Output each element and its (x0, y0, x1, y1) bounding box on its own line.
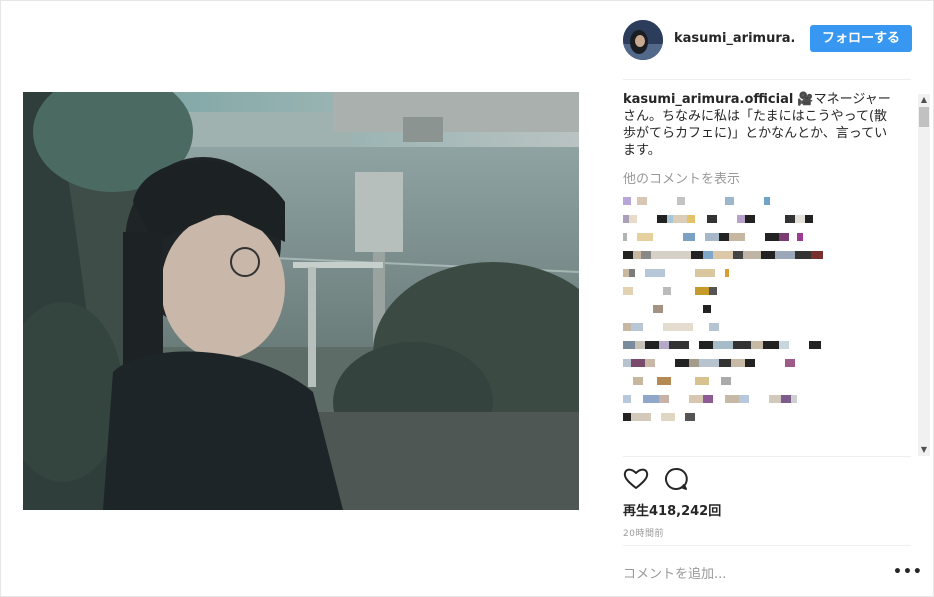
profile-avatar[interactable] (623, 20, 663, 60)
comments-divider (623, 456, 911, 457)
post-video[interactable] (23, 92, 579, 510)
follow-button[interactable]: フォローする (810, 25, 912, 52)
username-link[interactable]: kasumi_arimura.of (674, 31, 794, 46)
comment-item (623, 287, 915, 296)
comment-item (623, 395, 915, 404)
comment-item (623, 251, 915, 260)
video-frame-image (23, 92, 579, 510)
comment-item (623, 359, 915, 368)
post-timestamp[interactable]: 20時間前 (623, 526, 664, 539)
comment-item (623, 377, 915, 386)
comment-item (623, 269, 915, 278)
view-count[interactable]: 再生418,242回 (623, 500, 721, 519)
comment-item (623, 323, 915, 332)
scroll-thumb[interactable] (919, 107, 929, 127)
comments-scrollbar[interactable]: ▲ ▼ (918, 94, 930, 456)
caption-username[interactable]: kasumi_arimura.official (623, 92, 793, 107)
comment-item (623, 215, 915, 224)
view-more-comments-link[interactable]: 他のコメントを表示 (623, 168, 915, 187)
post-caption: kasumi_arimura.official 🎥マネージャーさん。ちなみに私は… (623, 91, 893, 159)
header-divider (623, 79, 911, 80)
comment-item (623, 305, 915, 314)
comment-item (623, 233, 915, 242)
action-bar (623, 466, 723, 492)
ellipsis-icon[interactable]: ••• (893, 565, 923, 579)
heart-icon[interactable] (623, 466, 649, 492)
comment-item (623, 341, 915, 350)
post-card: kasumi_arimura.of フォローする kasumi_arimura.… (0, 0, 934, 597)
comment-bubble-icon[interactable] (663, 466, 689, 492)
scroll-up-icon[interactable]: ▲ (918, 94, 930, 106)
comment-list (623, 197, 915, 422)
comment-item (623, 197, 915, 206)
comments-section: kasumi_arimura.official 🎥マネージャーさん。ちなみに私は… (623, 91, 915, 451)
post-header: kasumi_arimura.of フォローする (623, 19, 913, 61)
comment-item (623, 413, 915, 422)
avatar-image (623, 20, 663, 60)
add-comment-input[interactable]: コメントを追加... (623, 563, 726, 582)
footer-divider (623, 545, 911, 546)
scroll-down-icon[interactable]: ▼ (918, 444, 930, 456)
